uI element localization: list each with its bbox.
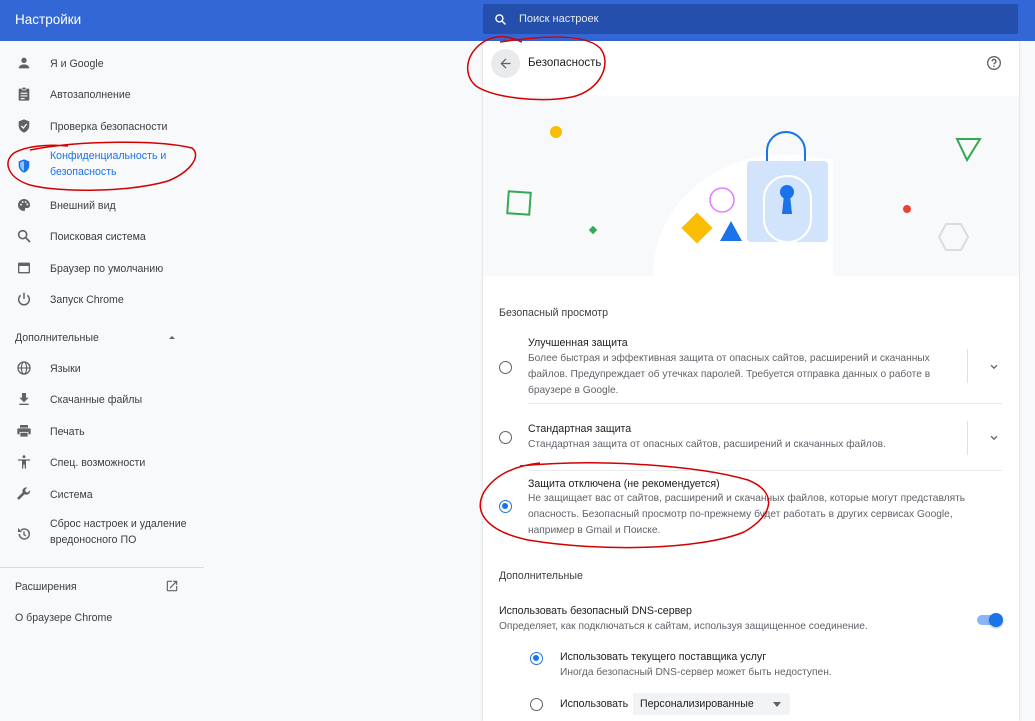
row-divider [528,403,1002,404]
sidebar-item-label: Запуск Chrome [50,294,124,306]
sidebar-item-label: Спец. возможности [50,457,146,469]
sidebar-item-label: Я и Google [50,58,104,70]
dns-option-current-provider[interactable]: Использовать текущего поставщика услуг И… [483,649,1019,683]
sidebar-item-you-and-google[interactable]: Я и Google [0,48,204,78]
sidebar-item-label: Конфиденциальность и безопасность [50,150,167,178]
option-separator [967,421,968,455]
top-bar: Настройки [0,0,1035,41]
sidebar-item-reset-cleanup[interactable]: Сброс настроек и удаление вредоносного П… [0,517,204,551]
assignment-icon [16,86,32,102]
search-box[interactable] [483,4,1018,34]
option-enhanced-protection[interactable]: Улучшенная защита Более быстрая и эффект… [483,335,1019,397]
wrench-icon [16,486,32,502]
search-icon [16,228,32,244]
toggle-knob [989,613,1003,627]
sidebar-divider [0,567,204,568]
option-description: Стандартная защита от опасных сайтов, ра… [528,439,886,450]
sidebar-item-label: Проверка безопасности [50,121,168,133]
row-divider [528,470,1002,471]
option-title: Использовать текущего поставщика услуг [560,651,767,663]
option-description: Иногда безопасный DNS-сервер может быть … [560,667,832,678]
palette-icon [16,197,32,213]
sidebar-item-label: Внешний вид [50,200,116,212]
search-icon [495,14,506,25]
page-title: Безопасность [528,57,602,69]
shield-check-icon [16,118,32,134]
option-title: Стандартная защита [528,423,632,435]
accessibility-icon [16,454,32,470]
radio-custom-provider[interactable] [530,698,543,711]
sidebar-item-appearance[interactable]: Внешний вид [0,190,204,220]
sidebar-item-label: Сброс настроек и удаление вредоносного П… [50,518,187,546]
sidebar-item-label: О браузере Chrome [15,612,113,624]
sidebar-item-default-browser[interactable]: Браузер по умолчанию [0,253,204,283]
chevron-down-icon[interactable] [987,431,1001,445]
sidebar-item-label: Печать [50,426,85,438]
sidebar-item-languages[interactable]: Языки [0,353,204,383]
select-value: Персонализированные [640,698,754,710]
radio-standard-protection[interactable] [499,431,512,444]
sidebar-item-label: Расширения [15,581,77,593]
option-separator [967,349,968,383]
safe-browsing-heading: Безопасный просмотр [499,307,608,319]
sidebar-item-safety-check[interactable]: Проверка безопасности [0,111,204,141]
sidebar-item-autofill[interactable]: Автозаполнение [0,79,204,109]
dns-provider-select[interactable]: Персонализированные [633,693,790,715]
power-icon [16,291,32,307]
sidebar-item-system[interactable]: Система [0,479,204,509]
arrow-back-icon [500,58,511,69]
secure-dns-toggle[interactable] [977,613,1003,627]
option-description: Более быстрая и эффективная защита от оп… [528,353,931,396]
option-title: Улучшенная защита [528,337,628,349]
option-no-protection[interactable]: Защита отключена (не рекомендуется) Не з… [483,476,1019,538]
caret-up-icon[interactable] [167,332,177,342]
sidebar-item-label: Браузер по умолчанию [50,263,164,275]
option-standard-protection[interactable]: Стандартная защита Стандартная защита от… [483,421,1019,455]
search-input[interactable] [519,4,999,34]
sidebar-item-on-startup[interactable]: Запуск Chrome [0,284,204,314]
app-title: Настройки [15,12,82,27]
dropdown-arrow-icon [773,702,781,707]
sidebar-item-label: Автозаполнение [50,89,131,101]
external-link-icon [166,580,178,592]
secure-dns-title: Использовать безопасный DNS-сервер [499,605,692,617]
option-title: Защита отключена (не рекомендуется) [528,478,720,490]
browser-window-icon [16,260,32,276]
option-title: Использовать [560,698,629,710]
sidebar-item-label: Система [50,489,93,501]
sidebar-item-downloads[interactable]: Скачанные файлы [0,384,204,414]
chevron-down-icon[interactable] [987,360,1001,374]
sidebar-item-extensions[interactable]: Расширения [0,571,204,601]
advanced-section-header[interactable]: Дополнительные [15,332,99,344]
secure-dns-description: Определяет, как подключаться к сайтам, и… [499,621,868,632]
sidebar-item-label: Языки [50,363,81,375]
radio-no-protection[interactable] [499,500,512,513]
sidebar-item-label: Поисковая система [50,231,146,243]
privacy-shield-icon [16,158,32,174]
security-illustration [483,96,1019,276]
printer-icon [16,423,32,439]
globe-icon [16,360,32,376]
sidebar-item-accessibility[interactable]: Спец. возможности [0,447,204,477]
help-icon[interactable] [986,55,1002,71]
radio-enhanced-protection[interactable] [499,361,512,374]
back-button[interactable] [491,49,520,78]
padlock-illustration [506,126,982,276]
sidebar-item-search-engine[interactable]: Поисковая система [0,221,204,251]
sidebar-item-printing[interactable]: Печать [0,416,204,446]
download-icon [16,391,32,407]
sidebar-item-privacy-security[interactable]: Конфиденциальность и безопасность [0,149,204,183]
sidebar-item-label: Скачанные файлы [50,394,143,406]
person-icon [16,55,32,71]
option-description: Не защищает вас от сайтов, расширений и … [528,493,966,536]
sidebar-item-about-chrome[interactable]: О браузере Chrome [0,602,204,632]
security-settings-panel: Безопасность Безопасный просмотр Улучшен… [483,41,1019,721]
advanced-heading: Дополнительные [499,570,583,582]
restore-icon [16,526,32,542]
radio-current-provider[interactable] [530,652,543,665]
